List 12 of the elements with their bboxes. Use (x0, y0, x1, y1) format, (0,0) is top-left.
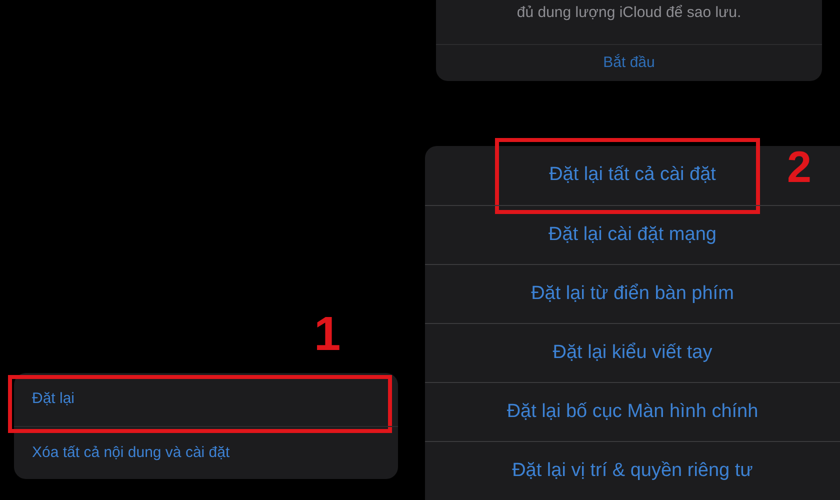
reset-option[interactable]: Đặt lại bố cục Màn hình chính (506, 398, 758, 426)
reset-option[interactable]: Đặt lại tất cả cài đặt (549, 161, 716, 190)
menu-item[interactable]: Xóa tất cả nội dung và cài đặt (32, 442, 230, 464)
step-number: 1 (314, 311, 341, 359)
start-button[interactable]: Bắt đầu (603, 52, 655, 74)
reset-option[interactable]: Đặt lại vị trí & quyền riêng tư (512, 456, 753, 486)
reset-option[interactable]: Đặt lại kiểu viết tay (552, 338, 712, 368)
menu-item[interactable]: Đặt lại (32, 388, 75, 411)
reset-option[interactable]: Đặt lại từ điển bàn phím (531, 280, 734, 308)
backup-message: đủ dung lượng iCloud để sao lưu. (516, 3, 742, 23)
step-number: 2 (787, 146, 812, 190)
reset-option[interactable]: Đặt lại cài đặt mạng (548, 220, 716, 250)
